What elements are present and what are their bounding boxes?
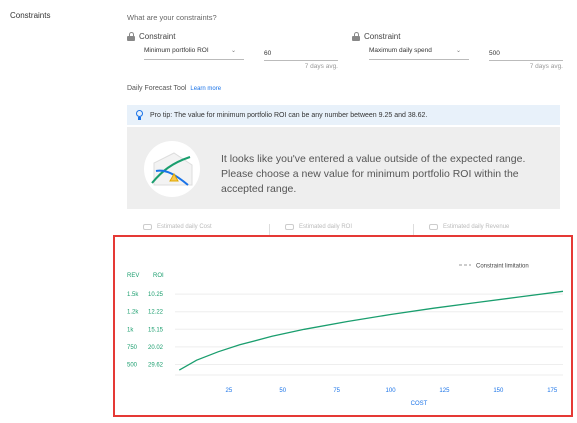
constraint-title: Constraint <box>364 32 401 41</box>
y-tick-rev: 500 <box>127 362 138 368</box>
x-tick-label: 175 <box>547 388 558 394</box>
x-tick-label: 100 <box>386 388 397 394</box>
metric-label: Estimated daily ROI <box>299 224 353 230</box>
forecast-illustration-icon <box>144 141 200 197</box>
constraint-header: Constraint <box>352 32 400 41</box>
constraint-type-value: Minimum portfolio ROI <box>144 47 209 54</box>
x-tick-label: 125 <box>439 388 450 394</box>
lock-icon <box>127 32 135 41</box>
constraint-hint: 7 days avg. <box>304 63 338 70</box>
constraint-title: Constraint <box>139 32 176 41</box>
y-tick-rev: 750 <box>127 345 138 351</box>
x-tick-label: 50 <box>279 388 286 394</box>
forecast-chart-panel: Constraint limitation REV ROI 1.5k 10.25 1.2k… <box>113 235 573 417</box>
warning-message: It looks like you've entered a value out… <box>221 153 526 195</box>
cost-icon <box>143 224 152 230</box>
x-axis-label: COST <box>411 401 428 407</box>
y-tick-rev: 1k <box>127 327 134 333</box>
chevron-down-icon: ⌄ <box>455 48 461 54</box>
metric-cost: Estimated daily Cost <box>143 224 212 230</box>
y-tick-roi: 15.15 <box>148 327 164 333</box>
roi-icon <box>285 224 294 230</box>
legend-label: Constraint limitation <box>476 264 529 270</box>
constraints-question: What are your constraints? <box>127 13 217 22</box>
metric-roi: Estimated daily ROI <box>285 224 352 230</box>
y-tick-roi: 10.25 <box>148 292 164 298</box>
forecast-chart: Constraint limitation REV ROI 1.5k 10.25 1.2k… <box>127 264 564 407</box>
constraint-hint: 7 days avg. <box>529 63 563 70</box>
series-line <box>178 290 564 371</box>
constraint-type-select[interactable]: Minimum portfolio ROI ⌄ <box>144 44 244 60</box>
metric-label: Estimated daily Cost <box>157 224 212 230</box>
constraint-value-input[interactable]: 500 <box>489 47 563 61</box>
metric-revenue: Estimated daily Revenue <box>429 224 509 230</box>
learn-more-link[interactable]: Learn more <box>190 86 221 92</box>
y-tick-rev: 1.2k <box>127 310 139 316</box>
constraint-type-value: Maximum daily spend <box>369 47 432 54</box>
y-axis-label-rev: REV <box>127 273 139 279</box>
constraint-header: Constraint <box>127 32 175 41</box>
revenue-icon <box>429 224 438 230</box>
forecast-tool-row: Daily Forecast Tool Learn more <box>127 85 221 92</box>
pro-tip-text: Pro tip: The value for minimum portfolio… <box>150 111 428 119</box>
constraint-value-input[interactable]: 60 <box>264 47 338 61</box>
x-tick-label: 150 <box>493 388 504 394</box>
forecast-tool-label: Daily Forecast Tool <box>127 85 187 92</box>
constraint-type-select[interactable]: Maximum daily spend ⌄ <box>369 44 469 60</box>
y-tick-roi: 20.02 <box>148 345 164 351</box>
y-axis-label-roi: ROI <box>153 273 164 279</box>
x-tick-label: 25 <box>226 388 233 394</box>
x-tick-label: 75 <box>333 388 340 394</box>
out-of-range-warning: It looks like you've entered a value out… <box>127 127 560 209</box>
lightbulb-icon <box>135 109 144 121</box>
lock-icon <box>352 32 360 41</box>
section-label: Constraints <box>10 11 51 20</box>
constraint-group-1: Constraint Minimum portfolio ROI ⌄ 60 7 … <box>127 32 338 70</box>
constraint-group-2: Constraint Maximum daily spend ⌄ 500 7 d… <box>352 32 563 70</box>
metric-label: Estimated daily Revenue <box>443 224 510 230</box>
y-tick-roi: 29.62 <box>148 362 164 368</box>
pro-tip-banner: Pro tip: The value for minimum portfolio… <box>127 105 560 125</box>
chevron-down-icon: ⌄ <box>230 48 236 54</box>
y-tick-roi: 12.22 <box>148 310 164 316</box>
y-tick-rev: 1.5k <box>127 292 139 298</box>
